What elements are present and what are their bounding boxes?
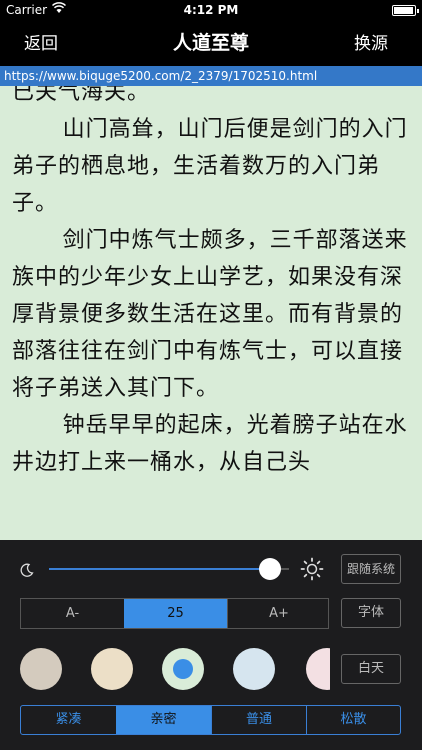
reading-area[interactable]: 已关气海关。 山门高耸，山门后便是剑门的入门弟子的栖息地，生活着数万的入门弟子。… xyxy=(0,86,422,540)
battery-icon xyxy=(392,5,419,16)
font-button[interactable]: 字体 xyxy=(341,598,401,628)
font-size-value: 25 xyxy=(124,599,227,628)
font-size-control: A- 25 A+ xyxy=(20,598,329,629)
line-spacing-loose[interactable]: 松散 xyxy=(306,706,400,734)
moon-icon xyxy=(20,562,34,577)
sun-icon xyxy=(300,557,324,581)
selected-theme-indicator xyxy=(173,659,193,679)
follow-system-button[interactable]: 跟随系统 xyxy=(341,554,401,584)
theme-swatch-blue[interactable] xyxy=(233,648,275,690)
day-mode-button[interactable]: 白天 xyxy=(341,654,401,684)
font-size-decrease-button[interactable]: A- xyxy=(21,599,124,628)
paragraph: 山门高耸，山门后便是剑门的入门弟子的栖息地，生活着数万的入门弟子。 xyxy=(12,117,408,216)
clock: 4:12 PM xyxy=(183,3,239,17)
reading-settings-panel: 跟随系统 A- 25 A+ 字体 白天 紧凑 亲密 普通 松散 xyxy=(0,540,422,750)
paragraph: 剑门中炼气士颇多，三千部落送来族中的少年少女上山学艺，如果没有深厚背景便多数生活… xyxy=(12,228,408,401)
line-spacing-control: 紧凑 亲密 普通 松散 xyxy=(20,705,401,735)
theme-swatch-beige[interactable] xyxy=(91,648,133,690)
switch-source-button[interactable]: 换源 xyxy=(354,29,388,54)
nav-bar: 返回 人道至尊 换源 xyxy=(0,20,422,64)
font-size-increase-button[interactable]: A+ xyxy=(227,599,330,628)
paragraph: 钟岳早早的起床，光着膀子站在水井边打上来一桶水，从自己头 xyxy=(12,413,408,475)
brightness-slider[interactable] xyxy=(49,558,289,580)
chapter-text: 已关气海关。 山门高耸，山门后便是剑门的入门弟子的栖息地，生活着数万的入门弟子。… xyxy=(12,86,412,481)
theme-swatch-pink[interactable] xyxy=(306,648,330,690)
theme-swatch-pink-circle xyxy=(306,648,330,690)
brightness-slider-thumb[interactable] xyxy=(258,558,281,580)
theme-swatch-green[interactable] xyxy=(162,648,204,690)
status-bar: Carrier 4:12 PM xyxy=(0,0,422,20)
line-spacing-compact[interactable]: 紧凑 xyxy=(21,706,116,734)
partial-line: 已关气海关。 xyxy=(12,86,151,105)
line-spacing-normal[interactable]: 普通 xyxy=(211,706,306,734)
source-url[interactable]: https://www.biquge5200.com/2_2379/170251… xyxy=(0,66,422,86)
line-spacing-intimate[interactable]: 亲密 xyxy=(116,706,211,734)
brightness-slider-fill xyxy=(49,568,270,570)
theme-swatch-gray[interactable] xyxy=(20,648,62,690)
